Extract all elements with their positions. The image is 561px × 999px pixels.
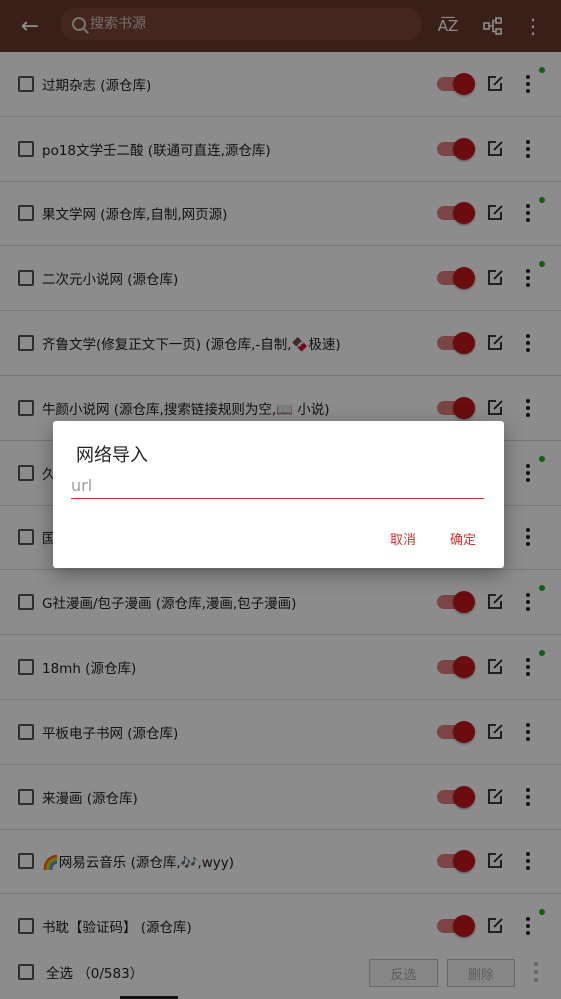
url-input[interactable] [71,473,484,499]
dialog-title: 网络导入 [76,445,148,466]
cancel-button[interactable]: 取消 [390,529,416,548]
confirm-button[interactable]: 确定 [450,529,476,548]
network-import-dialog: 网络导入 取消 确定 [53,421,504,568]
